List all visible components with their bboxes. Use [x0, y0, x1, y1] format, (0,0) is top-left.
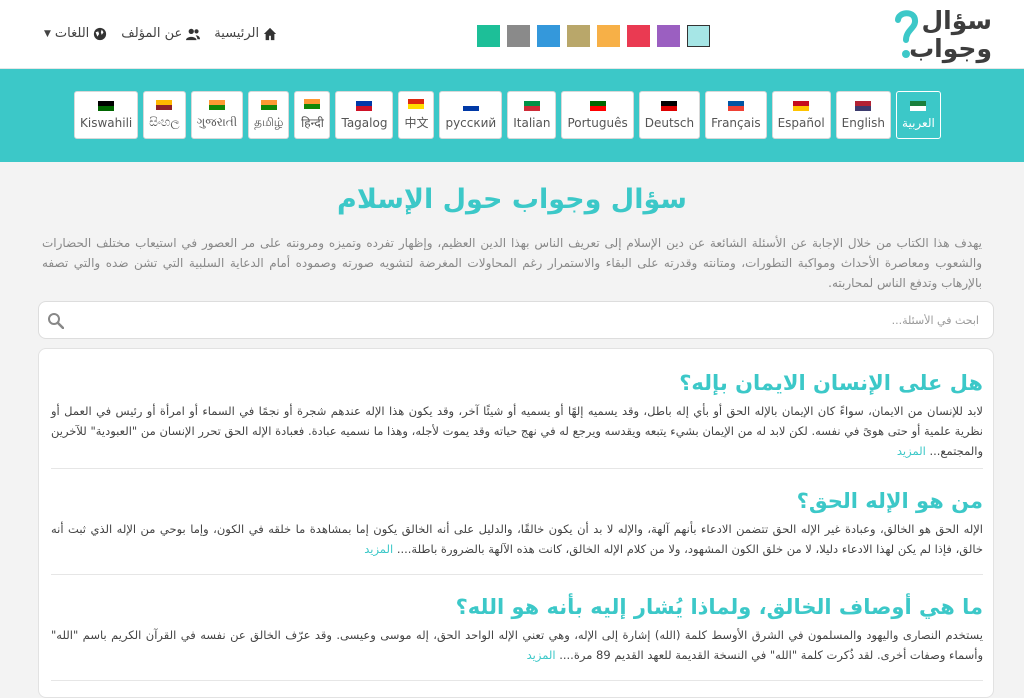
nav-about-label: عن المؤلف — [121, 26, 183, 41]
question-excerpt-text: لابد للإنسان من الايمان، سواءً كان الإيم… — [51, 404, 983, 458]
language-band: العربية English Español Français Deutsch Port… — [0, 69, 1024, 162]
search-input[interactable] — [79, 302, 979, 338]
theme-swatch-7[interactable] — [657, 25, 680, 47]
language-label: தமிழ் — [254, 114, 284, 129]
logo-line-1: سؤال — [921, 6, 992, 35]
language-label: Italian — [513, 115, 551, 130]
theme-swatch-6[interactable] — [627, 25, 650, 47]
language-label: ગુજરાતી — [196, 115, 238, 129]
language-label: Tagalog — [341, 115, 388, 130]
language-button-6[interactable]: Português — [561, 91, 634, 139]
caret-down-icon: ▼ — [44, 28, 51, 39]
language-label: 中文 — [404, 116, 429, 130]
flag-icon — [855, 100, 872, 111]
page-title: سؤال وجواب حول الإسلام — [337, 184, 687, 215]
question-title[interactable]: ما هي أوصاف الخالق، ولماذا يُشار إليه بأ… — [51, 595, 983, 619]
language-button-3[interactable]: Español — [771, 91, 831, 139]
language-label: Kiswahili — [80, 115, 133, 130]
flag-icon — [408, 99, 425, 109]
language-list: العربية English Español Français Deutsch Port… — [74, 91, 941, 139]
flag-icon — [208, 100, 225, 110]
language-button-15[interactable]: Kiswahili — [74, 91, 139, 139]
language-label: Français — [711, 115, 761, 130]
language-button-9[interactable]: 中文 — [398, 91, 435, 139]
flag-icon — [523, 100, 540, 111]
language-label: සිංහල — [149, 115, 180, 129]
flag-icon — [589, 100, 606, 111]
language-button-11[interactable]: हिन्दी — [294, 91, 331, 139]
theme-swatch-2[interactable] — [507, 25, 530, 47]
question-excerpt: الإله الحق هو الخالق، وعبادة غير الإله ا… — [51, 519, 983, 559]
language-label: Español — [777, 115, 825, 130]
site-header: سؤال وجواب الرئيسية عن المؤلف اللغات ▼ — [0, 0, 1024, 69]
flag-icon — [356, 100, 373, 111]
question-excerpt-text: الإله الحق هو الخالق، وعبادة غير الإله ا… — [51, 522, 983, 556]
flag-icon — [260, 99, 277, 110]
home-icon — [263, 27, 277, 40]
language-label: Deutsch — [644, 115, 695, 130]
flag-icon — [156, 100, 173, 110]
read-more-link[interactable]: المزيد — [364, 542, 393, 556]
read-more-link[interactable]: المزيد — [527, 648, 556, 662]
flag-icon — [661, 100, 678, 111]
language-button-10[interactable]: Tagalog — [335, 91, 394, 139]
theme-swatch-4[interactable] — [567, 25, 590, 47]
flag-icon — [98, 100, 115, 111]
language-button-13[interactable]: ગુજરાતી — [190, 91, 244, 139]
language-button-2[interactable]: English — [835, 91, 892, 139]
language-label: العربية — [902, 115, 935, 130]
search-box — [38, 301, 994, 339]
language-label: हिन्दी — [301, 116, 324, 130]
theme-swatch-8[interactable] — [687, 25, 710, 47]
language-button-1[interactable]: العربية — [896, 91, 941, 139]
language-button-7[interactable]: Italian — [507, 91, 557, 139]
language-label: English — [841, 115, 886, 130]
top-nav: الرئيسية عن المؤلف اللغات ▼ — [42, 26, 277, 41]
questions-card: هل على الإنسان الايمان بإله؟ لابد للإنسا… — [38, 348, 994, 698]
flag-icon — [462, 100, 479, 111]
read-more-link[interactable]: المزيد — [897, 444, 926, 458]
language-button-4[interactable]: Français — [705, 91, 767, 139]
nav-languages-label: اللغات — [54, 26, 90, 41]
flag-icon — [304, 99, 321, 109]
nav-home[interactable]: الرئيسية — [214, 26, 277, 41]
site-logo[interactable]: سؤال وجواب — [892, 6, 996, 64]
language-label: русский — [445, 115, 497, 130]
question-item: هل على الإنسان الايمان بإله؟ لابد للإنسا… — [51, 371, 983, 469]
nav-about-author[interactable]: عن المؤلف — [121, 26, 201, 41]
language-button-8[interactable]: русский — [439, 91, 503, 139]
theme-swatch-5[interactable] — [597, 25, 620, 47]
flag-icon — [793, 100, 810, 111]
theme-swatch-3[interactable] — [537, 25, 560, 47]
search-icon[interactable] — [47, 312, 64, 329]
globe-icon — [94, 27, 107, 40]
question-excerpt: لابد للإنسان من الايمان، سواءً كان الإيم… — [51, 401, 983, 461]
language-button-12[interactable]: தமிழ் — [248, 91, 290, 139]
question-title[interactable]: هل على الإنسان الايمان بإله؟ — [51, 371, 983, 395]
logo-line-2: وجواب — [909, 34, 992, 63]
question-item: ما هي أوصاف الخالق، ولماذا يُشار إليه بأ… — [51, 595, 983, 681]
intro-paragraph: يهدف هذا الكتاب من خلال الإجابة عن الأسئ… — [42, 236, 982, 290]
users-icon — [186, 28, 201, 40]
question-excerpt-text: يستخدم النصارى واليهود والمسلمون في الشر… — [51, 628, 983, 662]
language-button-5[interactable]: Deutsch — [638, 91, 701, 139]
main-content: سؤال وجواب حول الإسلام يهدف هذا الكتاب م… — [0, 162, 1024, 698]
flag-icon — [910, 100, 927, 111]
question-excerpt: يستخدم النصارى واليهود والمسلمون في الشر… — [51, 625, 983, 665]
language-button-14[interactable]: සිංහල — [143, 91, 186, 139]
theme-color-swatches — [477, 25, 710, 47]
theme-swatch-1[interactable] — [477, 25, 500, 47]
nav-languages-dropdown[interactable]: اللغات ▼ — [42, 26, 107, 41]
question-title[interactable]: من هو الإله الحق؟ — [51, 489, 983, 513]
question-item: من هو الإله الحق؟ الإله الحق هو الخالق، … — [51, 489, 983, 575]
nav-home-label: الرئيسية — [214, 26, 260, 41]
flag-icon — [727, 100, 744, 111]
language-label: Português — [567, 115, 628, 130]
